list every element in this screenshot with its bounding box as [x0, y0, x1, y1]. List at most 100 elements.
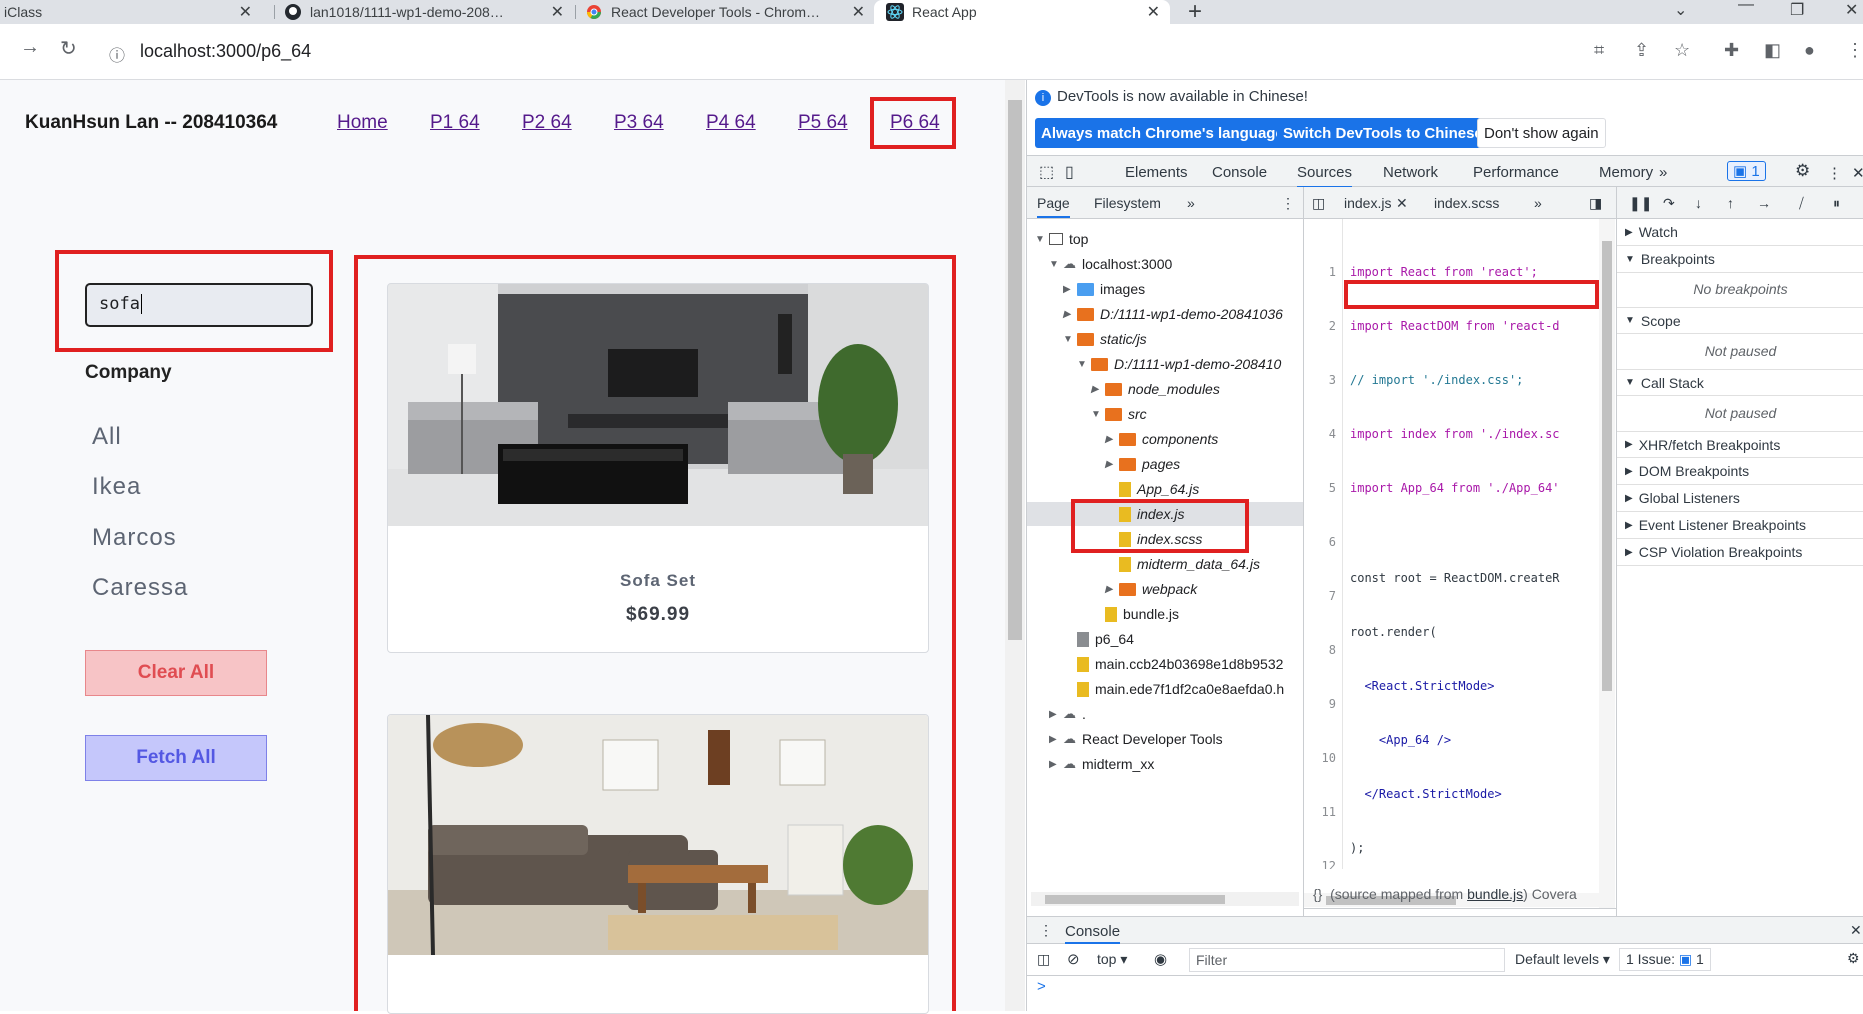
settings-gear-icon[interactable]: ⚙	[1795, 161, 1810, 181]
pause-on-exceptions-icon[interactable]: ⏸	[1833, 195, 1840, 212]
device-toolbar-icon[interactable]: ▯	[1065, 162, 1074, 182]
editor-vscrollbar[interactable]	[1599, 219, 1615, 909]
navigator-hscrollbar[interactable]	[1031, 892, 1299, 906]
bookmark-star-icon[interactable]: ☆	[1674, 40, 1690, 61]
source-map-link[interactable]: bundle.js	[1467, 886, 1523, 902]
tab-filesystem[interactable]: Filesystem	[1094, 195, 1161, 211]
company-filter-ikea[interactable]: Ikea	[92, 473, 141, 501]
close-icon[interactable]: ✕	[852, 2, 865, 22]
issues-badge[interactable]: ▣ 1	[1727, 161, 1766, 181]
pane-event-listener-breakpoints[interactable]: ▶ Event Listener Breakpoints	[1617, 512, 1863, 539]
pane-xhr-breakpoints[interactable]: ▶ XHR/fetch Breakpoints	[1617, 431, 1863, 458]
close-window-icon[interactable]: ✕	[1845, 0, 1858, 20]
deactivate-breakpoints-icon[interactable]: ⧸	[1799, 195, 1804, 212]
search-input[interactable]: sofa	[85, 283, 313, 327]
pane-call-stack[interactable]: ▼ Call Stack	[1617, 369, 1863, 396]
console-prompt[interactable]: >	[1037, 978, 1046, 995]
product-card[interactable]	[387, 714, 929, 1014]
editor-vscroll-thumb[interactable]	[1602, 241, 1612, 691]
side-panel-icon[interactable]: ◧	[1764, 40, 1781, 61]
tab-sources[interactable]: Sources	[1297, 164, 1353, 188]
step-into-icon[interactable]: ↓	[1695, 195, 1702, 211]
context-select[interactable]: top ▾	[1097, 951, 1127, 968]
tree-item-midterm-xx[interactable]: ▶ ☁ midterm_xx	[1049, 752, 1154, 776]
company-filter-caressa[interactable]: Caressa	[92, 574, 188, 602]
tab-page[interactable]: Page	[1037, 195, 1070, 218]
switch-to-chinese-button[interactable]: Switch DevTools to Chinese	[1277, 118, 1489, 148]
live-expression-eye-icon[interactable]: ◉	[1154, 950, 1167, 968]
close-icon[interactable]: ✕	[551, 2, 564, 22]
share-icon[interactable]: ⇪	[1634, 40, 1649, 61]
product-card[interactable]: Sofa Set $69.99	[387, 283, 929, 653]
nav-link-p5[interactable]: P5 64	[798, 112, 848, 134]
navigator-hscroll-thumb[interactable]	[1045, 895, 1225, 904]
close-icon[interactable]: ✕	[1396, 195, 1408, 212]
forward-icon[interactable]: →	[20, 36, 40, 59]
pane-csp-breakpoints[interactable]: ▶ CSP Violation Breakpoints	[1617, 539, 1863, 566]
console-sidebar-icon[interactable]: ◫	[1037, 951, 1050, 968]
tree-item-p6-64[interactable]: p6_64	[1063, 627, 1134, 651]
step-over-icon[interactable]: ↷	[1663, 195, 1675, 212]
tree-item-midterm-data[interactable]: midterm_data_64.js	[1119, 552, 1260, 576]
pane-scope[interactable]: ▼ Scope	[1617, 307, 1863, 334]
pretty-print-icon[interactable]: {}	[1313, 886, 1322, 902]
tree-item-images[interactable]: ▶ images	[1063, 277, 1145, 301]
more-tabs-icon[interactable]: »	[1187, 195, 1195, 211]
nav-link-p1[interactable]: P1 64	[430, 112, 480, 134]
tab-github[interactable]: lan1018/1111-wp1-demo-208… ✕	[284, 0, 574, 24]
extensions-icon[interactable]: ✚	[1724, 40, 1739, 61]
page-scrollbar-thumb[interactable]	[1008, 100, 1022, 640]
info-icon[interactable]: ⓘ	[109, 42, 125, 66]
pane-dom-breakpoints[interactable]: ▶ DOM Breakpoints	[1617, 458, 1863, 485]
fetch-all-button[interactable]: Fetch All	[85, 735, 267, 781]
step-icon[interactable]: →	[1757, 195, 1771, 211]
close-drawer-icon[interactable]: ✕	[1850, 922, 1862, 939]
translate-icon[interactable]: ⌗	[1594, 40, 1604, 61]
tree-item-node-modules[interactable]: ▶ node_modules	[1091, 377, 1220, 401]
tree-item-pages[interactable]: ▶ pages	[1105, 452, 1180, 476]
tree-item-localhost[interactable]: ▼ ☁ localhost:3000	[1049, 252, 1172, 276]
dont-show-again-button[interactable]: Don't show again	[1477, 118, 1606, 148]
address-bar[interactable]: ⓘ localhost:3000/p6_64	[95, 29, 1795, 75]
more-tabs-icon[interactable]: »	[1534, 195, 1542, 211]
step-out-icon[interactable]: ↑	[1727, 195, 1734, 211]
tree-item-react-devtools[interactable]: ▶ ☁ React Developer Tools	[1049, 727, 1223, 751]
editor-tab-index-js[interactable]: index.js	[1344, 195, 1391, 211]
tree-item-bundle-js[interactable]: bundle.js	[1091, 602, 1179, 626]
console-filter-input[interactable]: Filter	[1189, 948, 1505, 972]
page-scrollbar[interactable]	[1005, 80, 1025, 1011]
nav-link-p2[interactable]: P2 64	[522, 112, 572, 134]
tab-iclass[interactable]: iClass ✕	[0, 0, 262, 24]
toggle-navigator-icon[interactable]: ◫	[1312, 195, 1325, 212]
issues-button[interactable]: 1 Issue: ▣ 1	[1619, 948, 1711, 971]
tree-item-app-js[interactable]: App_64.js	[1119, 477, 1199, 501]
maximize-icon[interactable]: ❐	[1790, 0, 1804, 20]
console-drawer-tab[interactable]: Console	[1065, 923, 1121, 944]
profile-avatar-icon[interactable]: ●	[1804, 40, 1815, 61]
menu-kebab-icon[interactable]: ⋮	[1846, 40, 1863, 61]
tree-item-top[interactable]: ▼ top	[1035, 227, 1088, 251]
reload-icon[interactable]: ↻	[60, 36, 77, 61]
pause-icon[interactable]: ❚❚	[1629, 195, 1652, 212]
tab-search-icon[interactable]: ⌄	[1674, 0, 1687, 20]
minimize-icon[interactable]: —	[1738, 0, 1754, 14]
drawer-menu-icon[interactable]: ⋮	[1039, 922, 1053, 939]
tab-react-devtools[interactable]: React Developer Tools - Chrom… ✕	[585, 0, 875, 24]
navigator-menu-icon[interactable]: ⋮	[1281, 195, 1295, 212]
tree-item-components[interactable]: ▶ components	[1105, 427, 1218, 451]
pane-watch[interactable]: ▶ Watch	[1617, 219, 1863, 246]
tab-elements[interactable]: Elements	[1125, 164, 1188, 181]
console-settings-gear-icon[interactable]: ⚙	[1847, 950, 1860, 967]
tab-console[interactable]: Console	[1212, 164, 1267, 181]
tree-item-main-ede[interactable]: main.ede7f1df2ca0e8aefda0.h	[1063, 677, 1284, 701]
tree-item-demo-folder-2[interactable]: ▼ D:/1111-wp1-demo-208410	[1077, 352, 1281, 376]
tab-react-app[interactable]: React App ✕	[874, 0, 1170, 24]
tree-item-dot[interactable]: ▶ ☁.	[1049, 702, 1086, 726]
code-editor[interactable]: 1 2 3 4 5 6 7 8 9 10 11 12 13 import Rea…	[1304, 219, 1599, 869]
pane-global-listeners[interactable]: ▶ Global Listeners	[1617, 485, 1863, 512]
clear-all-button[interactable]: Clear All	[85, 650, 267, 696]
tree-item-demo-folder[interactable]: ▶ D:/1111-wp1-demo-20841036	[1063, 302, 1283, 326]
tree-item-main-ccb[interactable]: main.ccb24b03698e1d8b9532	[1063, 652, 1283, 676]
log-levels-dropdown[interactable]: Default levels ▾	[1515, 951, 1610, 968]
editor-tab-index-scss[interactable]: index.scss	[1434, 195, 1499, 211]
